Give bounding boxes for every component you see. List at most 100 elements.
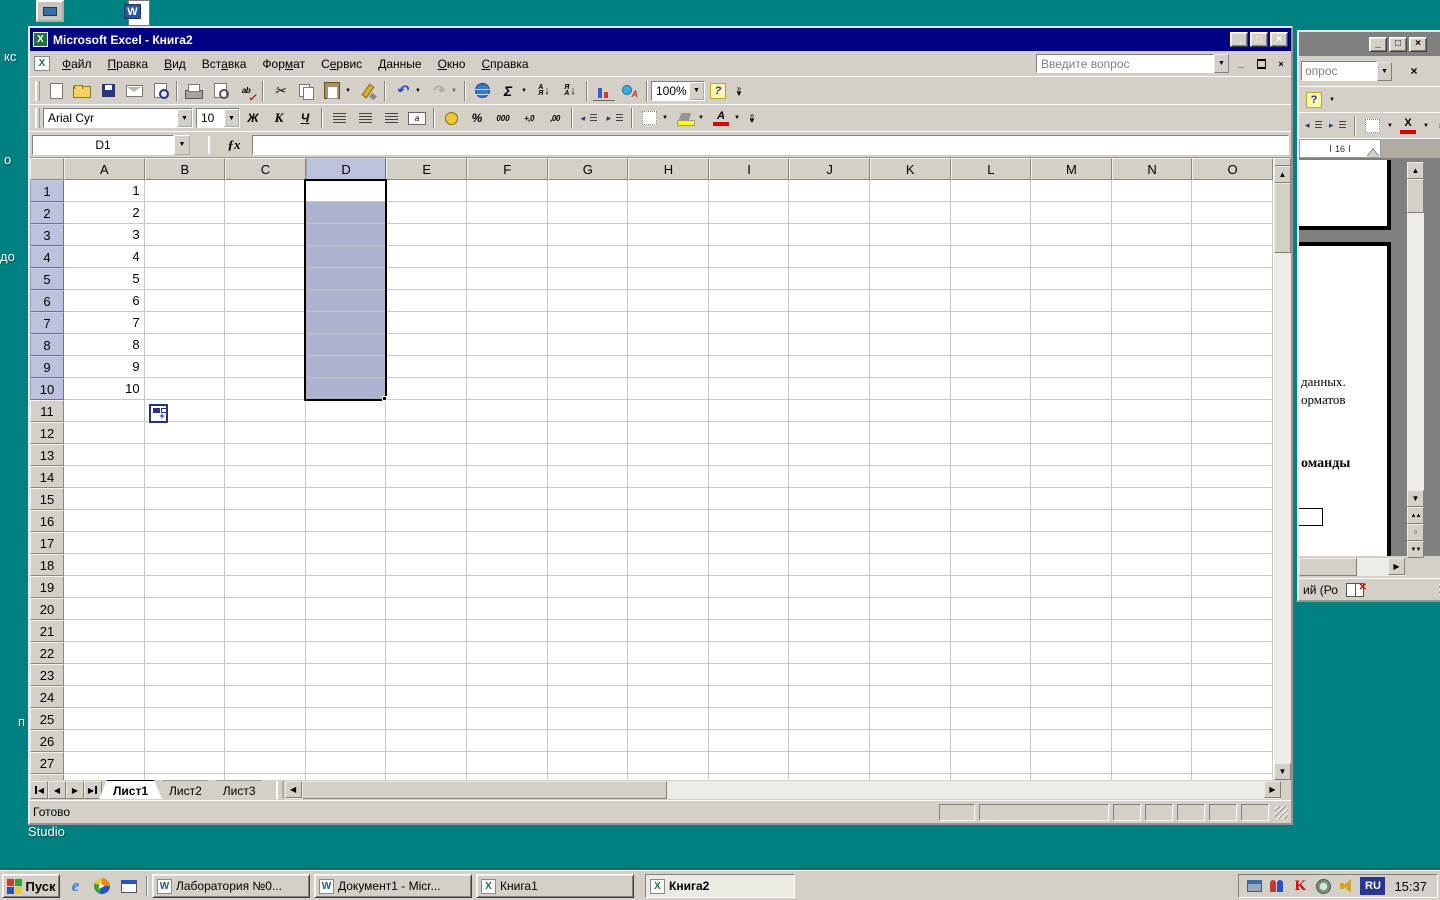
cell-N28[interactable]: [1111, 774, 1193, 780]
fill-handle[interactable]: [382, 396, 388, 401]
cell-H2[interactable]: [628, 202, 709, 224]
cell-I18[interactable]: [708, 554, 790, 576]
cell-O16[interactable]: [1192, 510, 1273, 532]
cell-L9[interactable]: [950, 356, 1032, 378]
cell-L23[interactable]: [950, 664, 1032, 686]
cell-K2[interactable]: [869, 202, 951, 224]
cell-J9[interactable]: [789, 356, 870, 378]
cell-A18[interactable]: [64, 554, 145, 576]
cell-A19[interactable]: [64, 576, 145, 598]
cell-M22[interactable]: [1031, 642, 1112, 664]
cell-J2[interactable]: [789, 202, 870, 224]
cell-J4[interactable]: [789, 246, 870, 268]
cell-C24[interactable]: [225, 686, 306, 708]
cell-B9[interactable]: [144, 356, 226, 378]
cell-M17[interactable]: [1031, 532, 1112, 554]
cell-M5[interactable]: [1031, 268, 1112, 290]
sheet-tab-Лист1[interactable]: Лист1: [99, 780, 162, 799]
cell-K8[interactable]: [869, 334, 951, 356]
cell-E1[interactable]: [386, 180, 467, 202]
cell-A22[interactable]: [64, 642, 145, 664]
cell-L10[interactable]: [950, 378, 1032, 400]
hyperlink-button[interactable]: [469, 80, 495, 102]
cell-I16[interactable]: [708, 510, 790, 532]
cell-J19[interactable]: [789, 576, 870, 598]
menu-Окно[interactable]: Окно: [430, 55, 474, 73]
cell-J27[interactable]: [789, 752, 870, 774]
cell-O27[interactable]: [1192, 752, 1273, 774]
split-handle[interactable]: [1274, 158, 1291, 166]
cell-F4[interactable]: [466, 246, 548, 268]
cell-B23[interactable]: [144, 664, 226, 686]
scrollbar-thumb[interactable]: [301, 781, 667, 799]
fill-color-dropdown[interactable]: ▼: [696, 115, 706, 121]
cell-J5[interactable]: [789, 268, 870, 290]
maximize-button[interactable]: □: [1250, 32, 1268, 47]
row-header-17[interactable]: 17: [30, 532, 64, 554]
cell-D6[interactable]: [305, 290, 387, 312]
task-button-Книга2[interactable]: X Книга2: [645, 874, 795, 898]
cell-M19[interactable]: [1031, 576, 1112, 598]
menu-Вставка[interactable]: Вставка: [194, 55, 255, 73]
cell-I14[interactable]: [708, 466, 790, 488]
volume-tray-icon[interactable]: [1337, 877, 1355, 895]
toolbar-options-chevron[interactable]: » ▼: [746, 112, 758, 125]
cell-K26[interactable]: [869, 730, 951, 752]
cell-K16[interactable]: [869, 510, 951, 532]
cell-D21[interactable]: [305, 620, 387, 642]
cell-C25[interactable]: [225, 708, 306, 730]
cell-J22[interactable]: [789, 642, 870, 664]
cell-E2[interactable]: [386, 202, 467, 224]
cell-D9[interactable]: [305, 356, 387, 378]
font-size-combo[interactable]: 10 ▼: [196, 108, 240, 128]
cell-M13[interactable]: [1031, 444, 1112, 466]
cell-C10[interactable]: [225, 378, 306, 400]
cell-G4[interactable]: [547, 246, 629, 268]
cell-C16[interactable]: [225, 510, 306, 532]
cell-H7[interactable]: [628, 312, 709, 334]
cell-F15[interactable]: [466, 488, 548, 510]
row-header-16[interactable]: 16: [30, 510, 64, 532]
cell-C22[interactable]: [225, 642, 306, 664]
open-button[interactable]: [69, 80, 95, 102]
cell-A10[interactable]: 10: [64, 378, 145, 400]
cell-L22[interactable]: [950, 642, 1032, 664]
font-name-combo[interactable]: Arial Cyr ▼: [43, 108, 193, 128]
cell-F3[interactable]: [466, 224, 548, 246]
cell-E5[interactable]: [386, 268, 467, 290]
row-header-12[interactable]: 12: [30, 422, 64, 444]
cell-G19[interactable]: [547, 576, 629, 598]
cell-E10[interactable]: [386, 378, 467, 400]
cell-D27[interactable]: [305, 752, 387, 774]
cell-G8[interactable]: [547, 334, 629, 356]
cell-N13[interactable]: [1111, 444, 1193, 466]
cell-B28[interactable]: [144, 774, 226, 780]
cell-B8[interactable]: [144, 334, 226, 356]
cell-D2[interactable]: [305, 202, 387, 224]
row-header-22[interactable]: 22: [30, 642, 64, 664]
cell-F20[interactable]: [466, 598, 548, 620]
row-header-5[interactable]: 5: [30, 268, 64, 290]
cell-E19[interactable]: [386, 576, 467, 598]
help-icon[interactable]: [1303, 90, 1325, 110]
increase-decimal-button[interactable]: +,0: [516, 107, 542, 129]
cell-E22[interactable]: [386, 642, 467, 664]
cell-F13[interactable]: [466, 444, 548, 466]
menu-Справка[interactable]: Справка: [473, 55, 536, 73]
font-color-dropdown[interactable]: ▼: [1421, 123, 1431, 129]
cell-K7[interactable]: [869, 312, 951, 334]
cell-B25[interactable]: [144, 708, 226, 730]
cell-K15[interactable]: [869, 488, 951, 510]
cell-F23[interactable]: [466, 664, 548, 686]
cell-M7[interactable]: [1031, 312, 1112, 334]
sheet-tab-Лист2[interactable]: Лист2: [155, 780, 216, 799]
cell-G7[interactable]: [547, 312, 629, 334]
autosum-dropdown[interactable]: ▼: [519, 88, 529, 94]
cell-O18[interactable]: [1192, 554, 1273, 576]
cell-G21[interactable]: [547, 620, 629, 642]
menu-Формат[interactable]: Формат: [254, 55, 313, 73]
cell-G23[interactable]: [547, 664, 629, 686]
cell-I15[interactable]: [708, 488, 790, 510]
cell-L17[interactable]: [950, 532, 1032, 554]
cell-H19[interactable]: [628, 576, 709, 598]
